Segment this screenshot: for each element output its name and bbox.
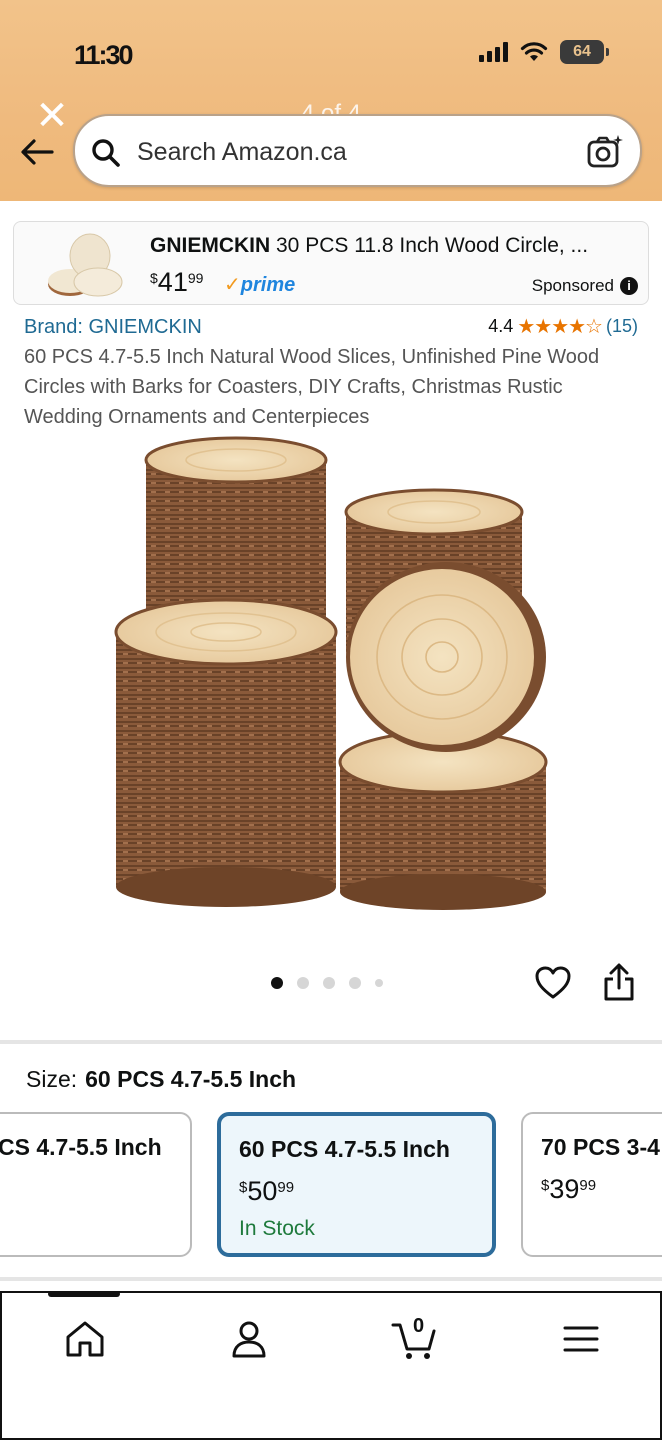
carousel-dot[interactable]: [323, 977, 335, 989]
price-currency: $: [239, 1179, 248, 1196]
bottom-nav: 0: [0, 1291, 662, 1440]
size-option[interactable]: CS 4.7-5.5 Inch: [0, 1112, 192, 1257]
battery-icon: 64: [560, 40, 609, 64]
size-option-name: 60 PCS 4.7-5.5 Inch: [239, 1136, 450, 1162]
price-whole: 39: [549, 1174, 580, 1204]
size-option[interactable]: 70 PCS 3-4 $ 39 99: [521, 1112, 662, 1257]
size-option-price: $ 39 99: [541, 1174, 596, 1205]
prime-label: prime: [240, 274, 296, 296]
status-icons: 64: [479, 40, 609, 64]
product-image[interactable]: [100, 432, 560, 912]
close-icon[interactable]: ✕: [34, 96, 70, 136]
carousel-dot[interactable]: [271, 977, 283, 989]
camera-search-icon[interactable]: [586, 133, 624, 171]
stock-status: In Stock: [239, 1217, 315, 1240]
cart-count: 0: [413, 1315, 425, 1337]
carousel-dot[interactable]: [375, 979, 383, 987]
price-whole: 41: [157, 267, 188, 297]
carousel-dot[interactable]: [297, 977, 309, 989]
search-input[interactable]: Search Amazon.ca: [73, 114, 642, 187]
rating-summary[interactable]: 4.4 ★★★★☆ (15): [488, 314, 638, 339]
info-icon[interactable]: i: [620, 277, 638, 295]
sponsored-product-banner[interactable]: GNIEMCKIN 30 PCS 11.8 Inch Wood Circle, …: [13, 221, 649, 305]
price-cents: 99: [579, 1177, 597, 1194]
section-divider: [0, 1277, 662, 1281]
prime-check-icon: ✓: [224, 274, 241, 296]
signal-icon: [479, 42, 508, 62]
star-rating-icon: ★★★★☆: [517, 316, 603, 338]
size-option-name: CS 4.7-5.5 Inch: [0, 1134, 162, 1160]
header: 11:30 64 4 of 4 ✕ Search Amazon.ca: [0, 0, 662, 201]
menu-icon[interactable]: [559, 1317, 603, 1361]
share-icon[interactable]: [601, 962, 637, 1002]
prime-badge: ✓prime: [224, 272, 295, 297]
active-tab-indicator: [48, 1291, 120, 1297]
size-option-price: $ 50 99: [239, 1176, 294, 1207]
sponsored-price: $ 41 99: [150, 267, 203, 298]
cart-button[interactable]: 0: [391, 1315, 439, 1361]
sponsored-text: Sponsored: [531, 276, 614, 295]
sponsored-label[interactable]: Sponsored i: [532, 276, 638, 296]
sponsored-product-title: GNIEMCKIN 30 PCS 11.8 Inch Wood Circle, …: [150, 234, 630, 258]
status-time: 11:30: [74, 40, 134, 70]
sponsored-product-thumbnail: [48, 233, 123, 297]
price-whole: 50: [247, 1176, 278, 1206]
price-cents: 99: [187, 270, 204, 286]
size-selected-value: 60 PCS 4.7-5.5 Inch: [85, 1066, 297, 1092]
back-arrow-icon[interactable]: [18, 134, 58, 170]
rating-count[interactable]: (15): [606, 316, 638, 337]
image-carousel-dots[interactable]: [271, 977, 383, 989]
price-cents: 99: [277, 1179, 295, 1196]
brand-link[interactable]: Brand: GNIEMCKIN: [24, 316, 202, 339]
carousel-dot[interactable]: [349, 977, 361, 989]
size-option-selected[interactable]: 60 PCS 4.7-5.5 Inch $ 50 99 In Stock: [217, 1112, 496, 1257]
price-currency: $: [150, 270, 158, 286]
sponsored-brand: GNIEMCKIN: [150, 234, 271, 257]
rating-value: 4.4: [488, 316, 514, 336]
size-option-name: 70 PCS 3-4: [541, 1134, 660, 1160]
size-label-text: Size:: [26, 1066, 78, 1092]
size-label: Size: 60 PCS 4.7-5.5 Inch: [26, 1066, 296, 1093]
account-icon[interactable]: [227, 1317, 271, 1361]
heart-icon[interactable]: [534, 965, 572, 1001]
search-icon: [92, 139, 120, 167]
section-divider: [0, 1040, 662, 1044]
sponsored-title-text: 30 PCS 11.8 Inch Wood Circle, ...: [270, 234, 589, 257]
price-currency: $: [541, 1177, 550, 1194]
product-title: 60 PCS 4.7-5.5 Inch Natural Wood Slices,…: [24, 346, 600, 428]
home-icon[interactable]: [63, 1317, 107, 1361]
search-placeholder: Search Amazon.ca: [137, 138, 347, 166]
wifi-icon: [520, 42, 548, 61]
